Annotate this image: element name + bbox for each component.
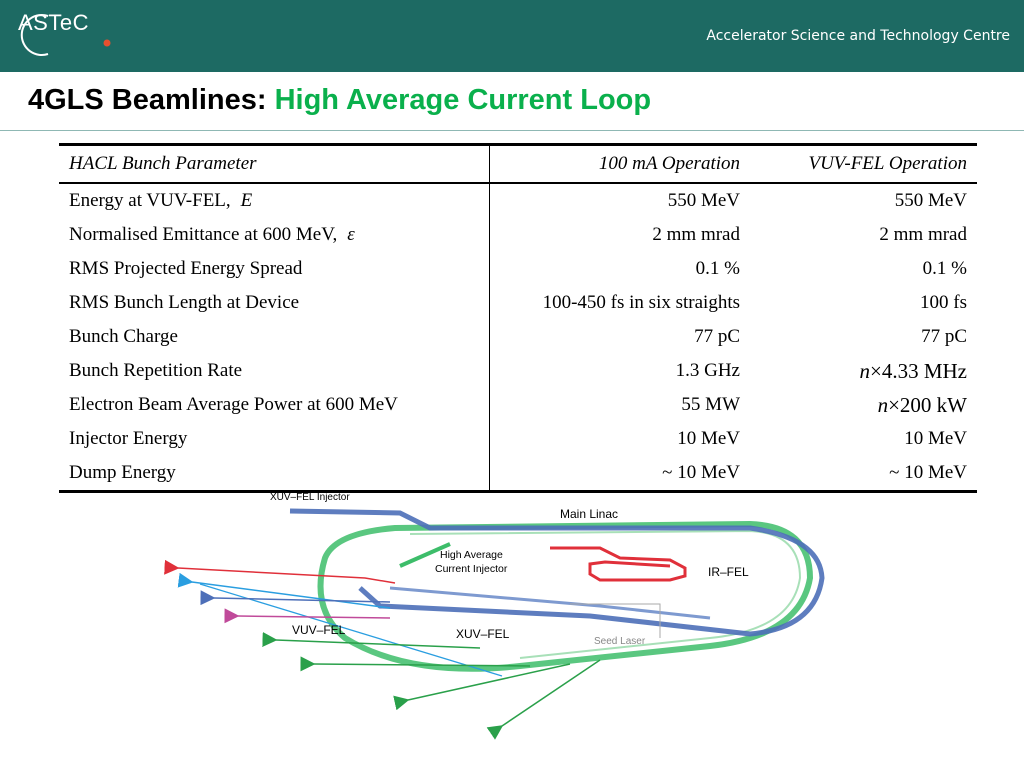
- lightblue-beam-arrow: [177, 572, 391, 609]
- table-row: Bunch Repetition Rate 1.3 GHz n×4.33 MHz: [59, 354, 977, 388]
- table-row: Injector Energy 10 MeV 10 MeV: [59, 422, 977, 456]
- organization-name: Accelerator Science and Technology Centr…: [706, 28, 1010, 44]
- param-label: Bunch Charge: [59, 320, 490, 354]
- xuv-fel-label: XUV–FEL: [456, 627, 510, 641]
- n-symbol: n: [859, 358, 870, 383]
- value-100ma: ~ 10 MeV: [489, 456, 750, 493]
- param-cell: Normalised Emittance at 600 MeV, ε: [59, 218, 490, 252]
- value-100ma: 550 MeV: [667, 190, 740, 211]
- value-100ma: 77 pC: [694, 326, 740, 347]
- param-label: Energy at VUV-FEL,: [69, 190, 231, 211]
- n-symbol: n: [877, 392, 889, 417]
- param-label: Injector Energy: [59, 422, 490, 456]
- header-parameter: HACL Bunch Parameter: [59, 143, 490, 184]
- value-vuv: 2 mm mrad: [879, 224, 967, 245]
- param-label: Dump Energy: [59, 456, 490, 493]
- green-recirculation-loop: [317, 520, 814, 672]
- value-vuv-text: ×200 kW: [888, 392, 967, 417]
- green-beam-arrow-1: [262, 631, 481, 649]
- value-vuv: ~ 10 MeV: [750, 456, 977, 493]
- value-vuv: 77 pC: [921, 326, 967, 347]
- table-row: Normalised Emittance at 600 MeV, ε 2 mm m…: [59, 218, 977, 252]
- value-100ma: 55 MW: [681, 394, 740, 415]
- value-100ma: 100-450 fs in six straights: [542, 292, 740, 313]
- table-row: Dump Energy ~ 10 MeV ~ 10 MeV: [59, 456, 977, 493]
- value-100ma: 2 mm mrad: [652, 224, 740, 245]
- param-label: Normalised Emittance at 600 MeV,: [69, 224, 338, 245]
- table-row: Energy at VUV-FEL, E 550 MeV 550 MeV: [59, 183, 977, 218]
- beamline-diagram: Main Linac XUV–FEL Injector High Average…: [164, 492, 825, 740]
- parameters-table: HACL Bunch Parameter 100 mA Operation VU…: [59, 143, 977, 493]
- purple-beam-arrow: [224, 608, 391, 624]
- header-vuv-fel: VUV-FEL Operation: [750, 143, 977, 184]
- value-vuv: 0.1 %: [922, 258, 967, 279]
- table-row: RMS Bunch Length at Device 100-450 fs in…: [59, 286, 977, 320]
- table-row: RMS Projected Energy Spread 0.1 % 0.1 %: [59, 252, 977, 286]
- table-row: Electron Beam Average Power at 600 MeV 5…: [59, 388, 977, 422]
- ir-fel-label: IR–FEL: [708, 565, 749, 579]
- value-100ma: 0.1 %: [695, 258, 740, 279]
- green-beam-arrow-2: [300, 656, 531, 672]
- title-divider: [0, 130, 1024, 131]
- logo-text: ASTeC: [18, 10, 89, 35]
- param-label: Electron Beam Average Power at 600 MeV: [59, 388, 490, 422]
- injector-label-1: High Average: [440, 549, 503, 561]
- value-vuv: n×200 kW: [750, 388, 977, 422]
- value-100ma: 10 MeV: [677, 428, 740, 449]
- seed-laser-label: Seed Laser: [594, 636, 646, 647]
- param-label: RMS Projected Energy Spread: [59, 252, 490, 286]
- table-header-row: HACL Bunch Parameter 100 mA Operation VU…: [59, 143, 977, 184]
- red-beam-arrow: [164, 559, 396, 584]
- table-row: Bunch Charge 77 pC 77 pC: [59, 320, 977, 354]
- param-cell: Energy at VUV-FEL, E: [59, 183, 490, 218]
- param-label: Bunch Repetition Rate: [59, 354, 490, 388]
- xuv-fel-injector-label: XUV–FEL Injector: [270, 492, 350, 503]
- header-100ma: 100 mA Operation: [489, 143, 750, 184]
- value-100ma: 1.3 GHz: [675, 360, 740, 381]
- value-vuv: 100 fs: [920, 292, 967, 313]
- injector-label-2: Current Injector: [435, 563, 508, 575]
- value-vuv: 550 MeV: [894, 190, 967, 211]
- title-highlight: High Average Current Loop: [274, 84, 652, 116]
- header-bar: ASTeC Accelerator Science and Technology…: [0, 0, 1024, 72]
- darkblue-beam-arrow: [200, 590, 391, 606]
- value-vuv-text: ×4.33 MHz: [869, 358, 967, 383]
- slide-title: 4GLS Beamlines: High Average Current Loo…: [28, 84, 651, 117]
- title-main: 4GLS Beamlines:: [28, 84, 267, 116]
- emittance-symbol: ε: [347, 224, 355, 245]
- param-label: RMS Bunch Length at Device: [59, 286, 490, 320]
- vuv-fel-label: VUV–FEL: [292, 623, 346, 637]
- value-vuv: n×4.33 MHz: [750, 354, 977, 388]
- ir-fel-loop: [550, 546, 687, 582]
- green-beam-arrow-4: [486, 659, 601, 740]
- main-linac-label: Main Linac: [560, 507, 618, 521]
- value-vuv: 10 MeV: [904, 428, 967, 449]
- energy-symbol: E: [240, 190, 253, 211]
